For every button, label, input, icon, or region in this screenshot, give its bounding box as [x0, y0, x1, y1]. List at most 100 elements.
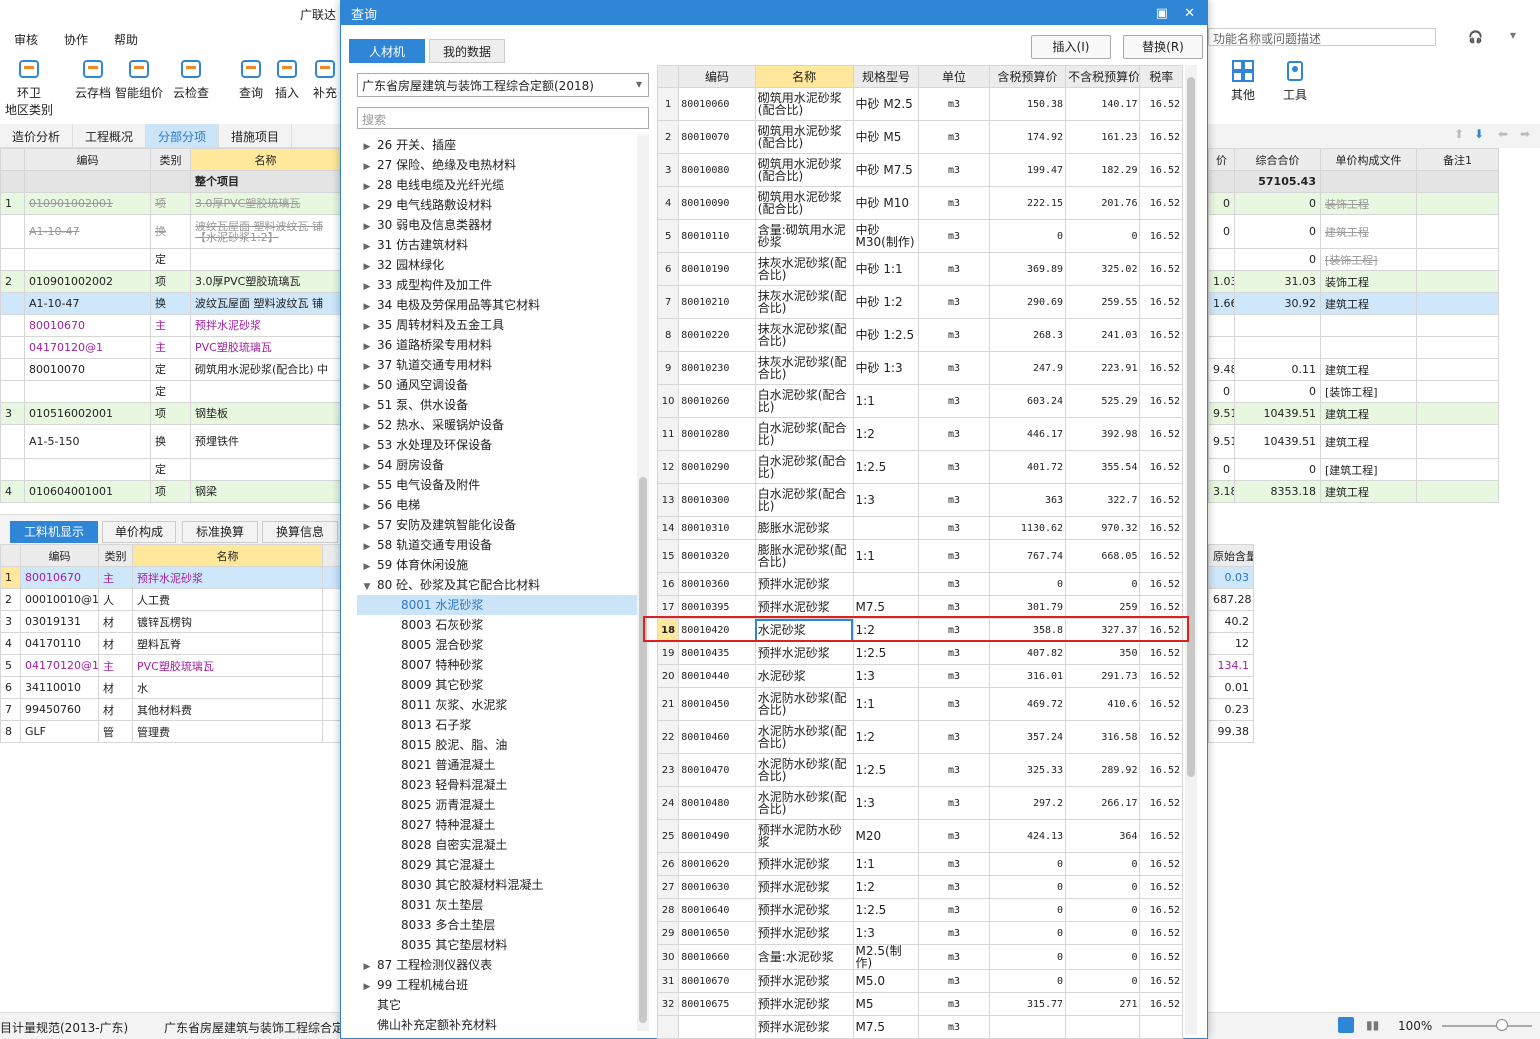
chevron-right-icon[interactable]: ▶: [357, 357, 377, 377]
cell[interactable]: 钢垫板: [190, 402, 341, 425]
cell[interactable]: m3: [918, 852, 990, 876]
cell[interactable]: [852, 516, 920, 540]
cell[interactable]: [24, 458, 151, 481]
cell[interactable]: 中砂 1:1: [852, 252, 920, 286]
cell[interactable]: 1: [0, 566, 21, 589]
zoom-handle[interactable]: [1496, 1019, 1508, 1031]
cell[interactable]: 管: [98, 720, 133, 743]
tree-item[interactable]: ▶ 37 轨道交通专用材料: [357, 355, 637, 375]
cell[interactable]: 预拌水泥砂浆: [754, 875, 854, 899]
cell[interactable]: 定: [150, 380, 191, 403]
table-row[interactable]: 28 80010640 预拌水泥砂浆 1:2.5 m3 0 0 16.52: [656, 898, 1183, 922]
table-row[interactable]: 134.1: [1208, 654, 1254, 677]
cell[interactable]: 白水泥砂浆(配合比): [754, 450, 854, 484]
tab-material-display[interactable]: 工料机显示: [10, 521, 98, 543]
cell[interactable]: 3.0厚PVC塑胶琉璃瓦: [190, 270, 341, 293]
table-row[interactable]: 4 04170110 材塑料瓦脊: [0, 632, 341, 655]
cell[interactable]: 201.76: [1065, 186, 1141, 220]
table-row[interactable]: 26 80010620 预拌水泥砂浆 1:1 m3 0 0 16.52: [656, 852, 1183, 876]
cell[interactable]: m3: [918, 819, 990, 853]
cell[interactable]: 0: [1065, 898, 1141, 922]
tree-item[interactable]: ▶ 28 电线电缆及光纤光缆: [357, 175, 637, 195]
table-row[interactable]: 3.188353.18建筑工程: [1208, 480, 1499, 503]
cell[interactable]: 4: [0, 632, 21, 655]
cell[interactable]: 289.92: [1065, 753, 1141, 787]
cell[interactable]: 266.17: [1065, 786, 1141, 820]
tab-cost-analysis[interactable]: 造价分析: [0, 124, 74, 147]
tree-item[interactable]: ▶ 34 电极及劳保用品等其它材料: [357, 295, 637, 315]
cell[interactable]: 项: [150, 270, 191, 293]
cell[interactable]: 抹灰水泥砂浆(配合比): [754, 285, 854, 319]
ribbon-button-2[interactable]: 智能组价: [114, 54, 164, 101]
cell[interactable]: 整个项目: [190, 170, 341, 193]
cell[interactable]: [678, 1015, 756, 1039]
table-row[interactable]: 24 80010480 水泥防水砂浆(配合比) 1:3 m3 297.2 266.17 16.…: [656, 786, 1183, 820]
cell[interactable]: 407.82: [988, 641, 1067, 665]
cell[interactable]: m3: [918, 992, 990, 1016]
cell[interactable]: 80010280: [678, 417, 756, 451]
cell[interactable]: 424.13: [988, 819, 1067, 853]
cell[interactable]: 7: [656, 285, 680, 319]
cell[interactable]: 27: [656, 875, 680, 899]
tab-overview[interactable]: 工程概况: [73, 124, 147, 147]
cell[interactable]: 26: [656, 852, 680, 876]
table-row[interactable]: 1 80010060 砌筑用水泥砂浆(配合比) 中砂 M2.5 m3 150.38 140.…: [656, 87, 1183, 121]
cell[interactable]: 80010060: [678, 87, 756, 121]
tree-item[interactable]: ▶ 87 工程检测仪器仪表: [357, 955, 637, 975]
cell[interactable]: 0: [988, 921, 1067, 945]
cell[interactable]: 0: [1234, 458, 1321, 481]
cell[interactable]: 410.6: [1065, 687, 1141, 721]
cell[interactable]: 150.38: [988, 87, 1067, 121]
cell[interactable]: 主: [150, 336, 191, 359]
tree-search-input[interactable]: 搜索: [357, 107, 649, 129]
cell[interactable]: 22: [656, 720, 680, 754]
tree-item[interactable]: ▶ 58 轨道交通专用设备: [357, 535, 637, 555]
cell[interactable]: 16.52: [1139, 153, 1183, 187]
cell[interactable]: 80010640: [678, 898, 756, 922]
cell[interactable]: 23: [656, 753, 680, 787]
tree-item[interactable]: ▼ 80 砼、砂浆及其它配合比材料: [357, 575, 637, 595]
cell[interactable]: m3: [918, 969, 990, 993]
ribbon-button-3[interactable]: 云检查: [166, 54, 216, 101]
cell[interactable]: 1130.62: [988, 516, 1067, 540]
cell[interactable]: 装饰工程: [1320, 270, 1417, 293]
cell[interactable]: m3: [918, 921, 990, 945]
cell[interactable]: 2: [656, 120, 680, 154]
cell[interactable]: 16: [656, 572, 680, 596]
chevron-right-icon[interactable]: ▶: [357, 457, 377, 477]
cell[interactable]: m3: [918, 285, 990, 319]
cell[interactable]: 80010675: [678, 992, 756, 1016]
tree-item[interactable]: 8030 其它胶凝材料混凝土: [357, 875, 637, 895]
cell[interactable]: 0: [988, 944, 1067, 970]
cell[interactable]: 水: [132, 676, 323, 699]
chevron-right-icon[interactable]: ▶: [357, 297, 377, 317]
cell[interactable]: 290.69: [988, 285, 1067, 319]
cell[interactable]: 10: [656, 384, 680, 418]
cell[interactable]: [190, 458, 341, 481]
tree-item[interactable]: ▶ 27 保险、绝缘及电热材料: [357, 155, 637, 175]
cell[interactable]: 13: [656, 483, 680, 517]
table-row[interactable]: 13 80010300 白水泥砂浆(配合比) 1:3 m3 363 322.7 16.52: [656, 483, 1183, 517]
cell[interactable]: 259: [1065, 595, 1141, 619]
table-row[interactable]: 12: [1208, 632, 1254, 655]
cell[interactable]: 预拌水泥砂浆: [754, 572, 854, 596]
cell[interactable]: 含量:水泥砂浆: [754, 944, 854, 970]
cell[interactable]: 建筑工程: [1320, 480, 1417, 503]
cell[interactable]: 0: [988, 572, 1067, 596]
cell[interactable]: 80010450: [678, 687, 756, 721]
table-row[interactable]: 18 80010420 水泥砂浆 1:2 m3 358.8 327.37 16.52: [656, 618, 1183, 642]
cell[interactable]: 00010010@1: [20, 588, 99, 611]
cell[interactable]: 1:2.5: [852, 641, 920, 665]
cell[interactable]: [190, 380, 341, 403]
chevron-right-icon[interactable]: ▶: [357, 397, 377, 417]
cell[interactable]: 白水泥砂浆(配合比): [754, 483, 854, 517]
cell[interactable]: 1:3: [852, 786, 920, 820]
cell[interactable]: [24, 248, 151, 271]
cell[interactable]: 767.74: [988, 539, 1067, 573]
tab-my-data[interactable]: 我的数据: [429, 39, 505, 63]
table-row[interactable]: 9.480.11建筑工程: [1208, 358, 1499, 381]
table-row[interactable]: 40.2: [1208, 610, 1254, 633]
cell[interactable]: 182.29: [1065, 153, 1141, 187]
cell[interactable]: 16.52: [1139, 120, 1183, 154]
cell[interactable]: 04170120@1: [20, 654, 99, 677]
